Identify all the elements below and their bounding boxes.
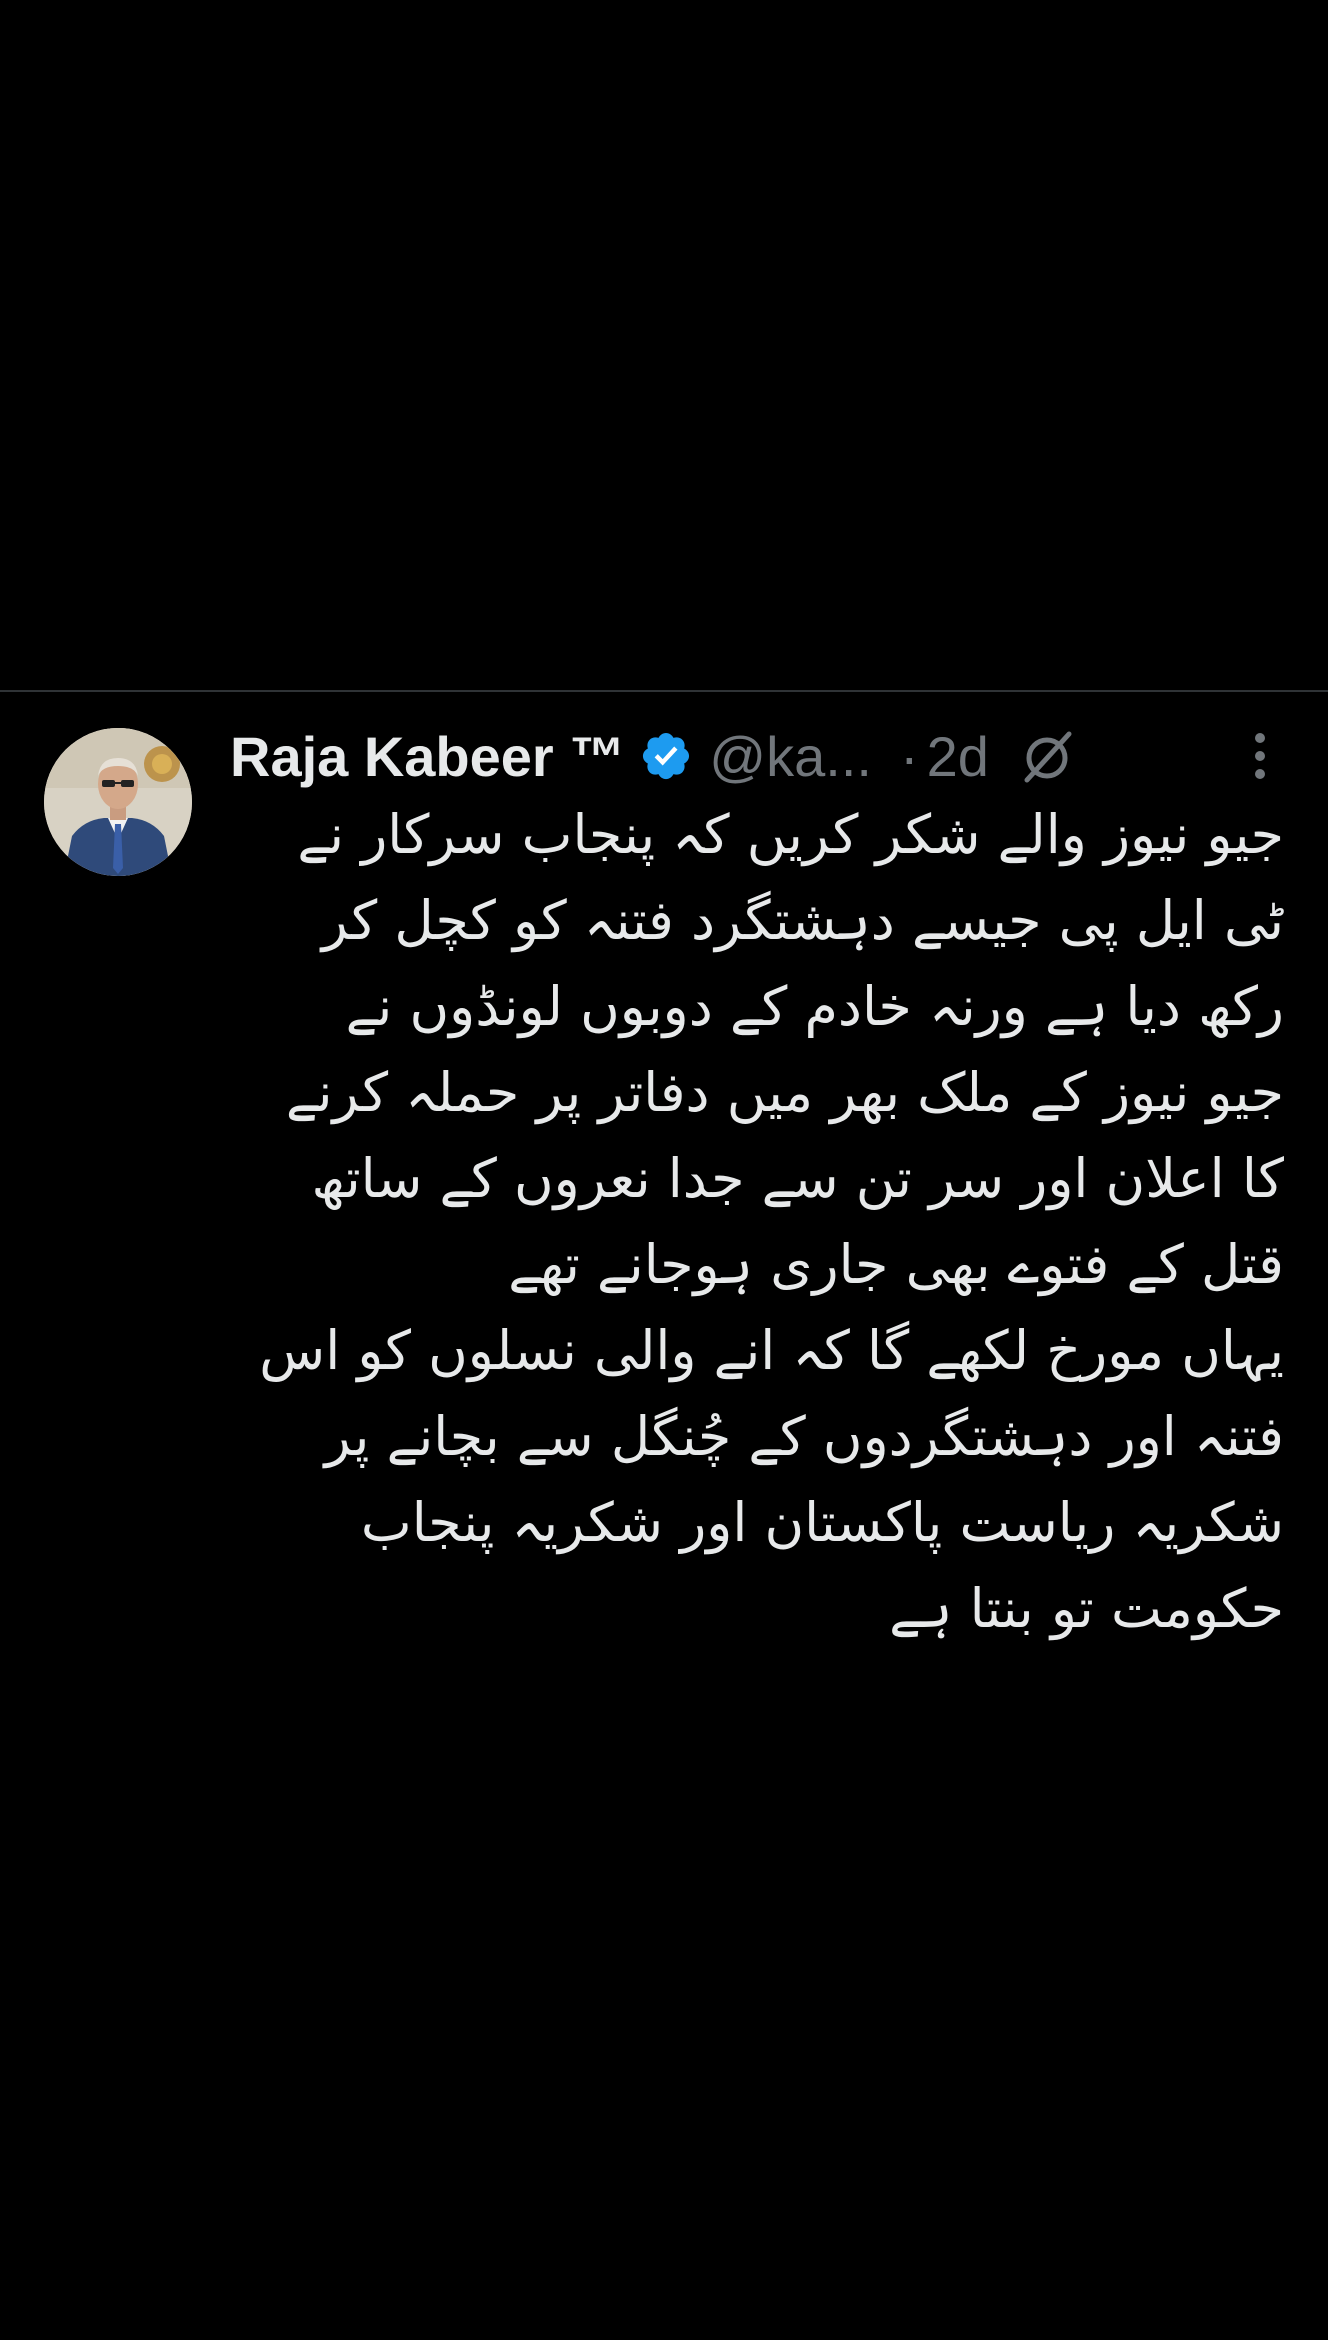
- tweet-text: جیو نیوز والے شکر کریں کہ پنجاب سرکار نے…: [204, 792, 1284, 1652]
- author-name[interactable]: Raja Kabeer ™: [230, 724, 625, 789]
- tweet-text-line: حکومت تو بنتا ہے: [889, 1577, 1284, 1640]
- separator-dot: ·: [899, 724, 919, 788]
- avatar-image: [44, 728, 192, 876]
- tweet-header: Raja Kabeer ™ @ka... · 2d: [230, 720, 1290, 792]
- tweet-text-line: فتنہ اور دہشتگردوں کے چُنگل سے بچانے پر: [324, 1405, 1284, 1468]
- author-handle[interactable]: @ka...: [709, 724, 872, 789]
- more-options-icon: [1255, 733, 1265, 779]
- tweet-text-line: قتل کے فتوے بھی جاری ہوجانے تھے: [508, 1233, 1284, 1296]
- tweet-text-line: شکریہ ریاست پاکستان اور شکریہ پنجاب: [360, 1491, 1284, 1554]
- more-options-button[interactable]: [1230, 726, 1290, 786]
- grok-icon[interactable]: [1017, 726, 1077, 786]
- top-divider: [0, 690, 1328, 692]
- verified-badge-icon: [639, 729, 693, 783]
- tweet-text-line: جیو نیوز کے ملک بھر میں دفاتر پر حملہ کر…: [285, 1061, 1284, 1124]
- tweet-text-line: ٹی ایل پی جیسے دہشتگرد فتنہ کو کچل کر: [321, 889, 1284, 952]
- avatar[interactable]: [44, 728, 192, 876]
- tweet-text-line: رکھ دیا ہے ورنہ خادم کے دوبوں لونڈوں نے: [345, 975, 1284, 1038]
- tweet-text-line: کا اعلان اور سر تن سے جدا نعروں کے ساتھ: [311, 1147, 1284, 1210]
- tweet-text-line: یہاں مورخ لکھے گا کہ انے والی نسلوں کو ا…: [259, 1319, 1284, 1382]
- timestamp[interactable]: 2d: [927, 724, 989, 789]
- tweet-text-line: جیو نیوز والے شکر کریں کہ پنجاب سرکار نے: [297, 803, 1284, 866]
